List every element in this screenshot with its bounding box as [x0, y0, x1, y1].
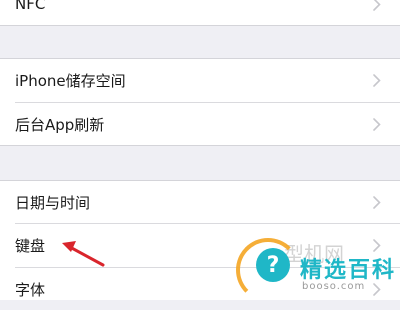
watermark: 型机网 ? 精选百科 booso.com [236, 238, 400, 302]
question-mark-icon: ? [256, 248, 290, 282]
row-date-time-label: 日期与时间 [15, 193, 91, 212]
row-keyboard-label: 键盘 [15, 236, 46, 255]
arrow-annotation-icon [62, 241, 105, 267]
group-nfc: NFC [0, 0, 400, 25]
chevron-right-icon [373, 73, 381, 87]
row-iphone-storage-label: iPhone储存空间 [15, 71, 126, 90]
watermark-subtitle: booso.com [302, 281, 366, 292]
chevron-right-icon [373, 0, 381, 11]
group-divider [0, 25, 400, 26]
group-storage: iPhone储存空间 后台App刷新 [0, 59, 400, 145]
row-fonts-label: 字体 [15, 280, 46, 299]
row-nfc-label: NFC [15, 0, 46, 13]
row-date-time[interactable]: 日期与时间 [0, 181, 400, 223]
row-iphone-storage[interactable]: iPhone储存空间 [0, 59, 400, 101]
chevron-right-icon [373, 195, 381, 209]
watermark-title: 精选百科 [300, 258, 397, 283]
row-background-refresh[interactable]: 后台App刷新 [0, 103, 400, 145]
group-divider [0, 145, 400, 146]
row-nfc[interactable]: NFC [0, 0, 400, 25]
row-background-refresh-label: 后台App刷新 [15, 115, 105, 134]
chevron-right-icon [373, 117, 381, 131]
